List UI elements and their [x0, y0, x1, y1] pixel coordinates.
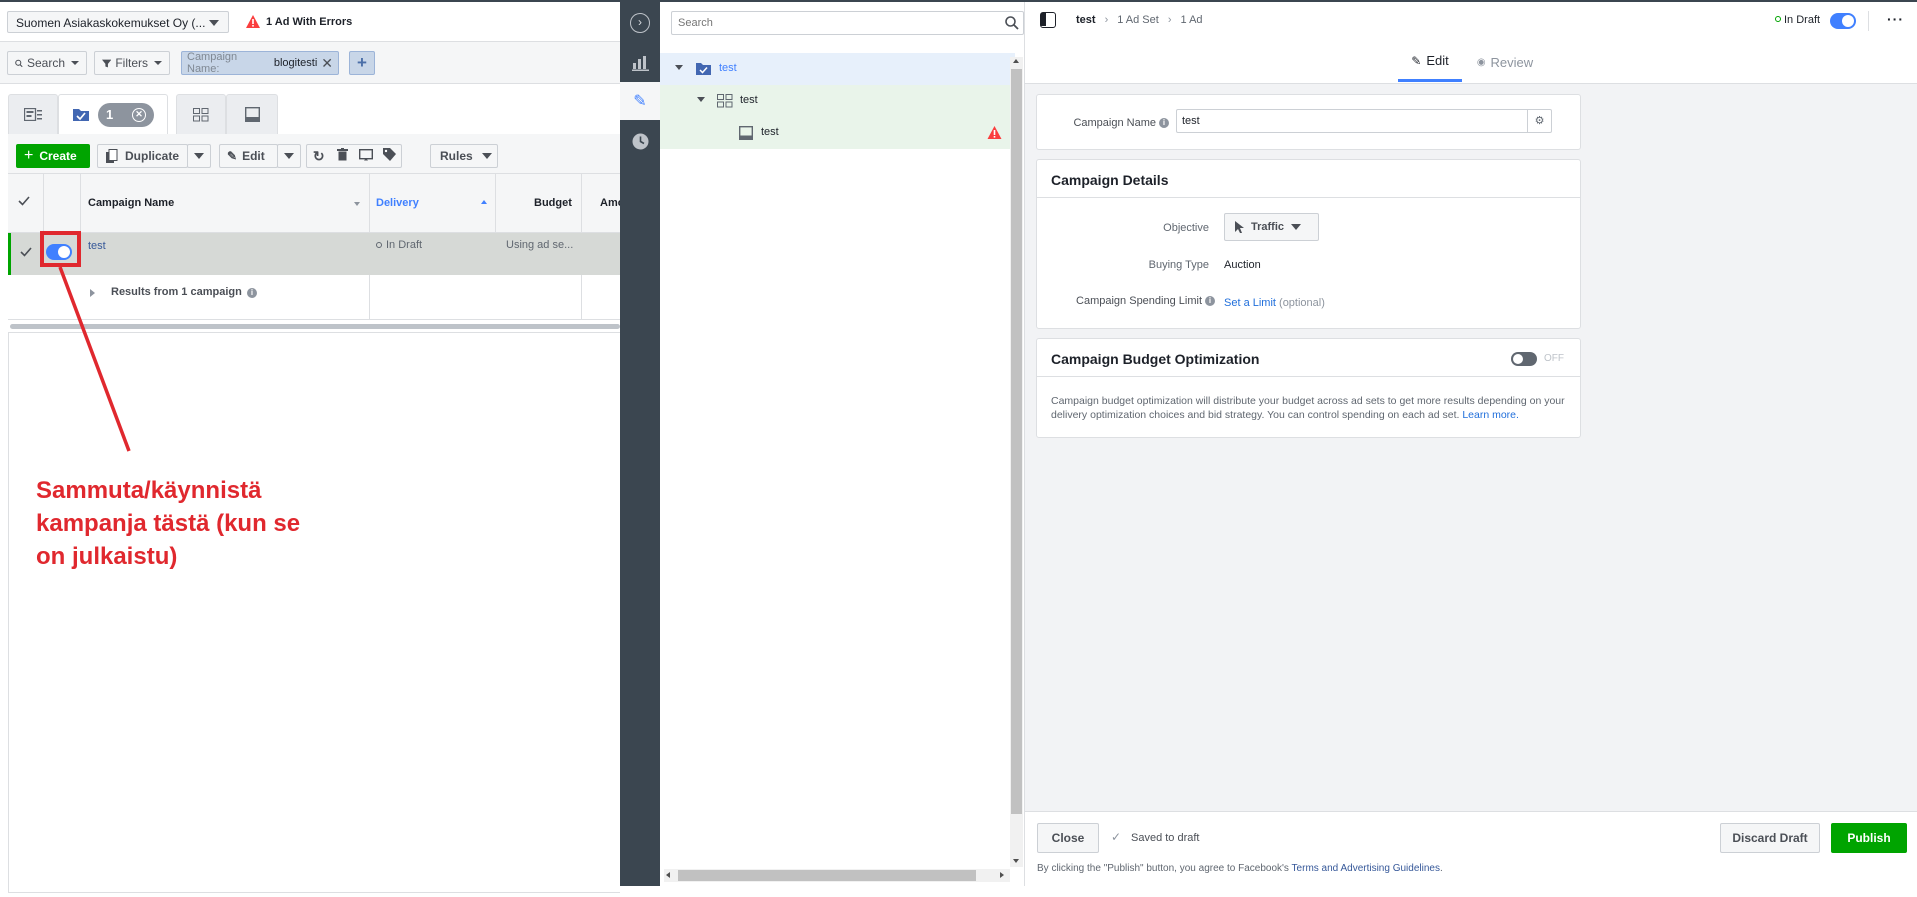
- tab-review[interactable]: ◉ Review: [1470, 42, 1540, 82]
- nav-history[interactable]: [620, 122, 660, 160]
- status-label: In Draft: [1784, 14, 1821, 26]
- info-icon: i: [1205, 296, 1215, 307]
- terms-link[interactable]: Terms and Advertising Guidelines: [1292, 863, 1440, 874]
- campaigns-pane: Suomen Asiakaskokemukset Oy (... 1 Ad Wi…: [0, 2, 620, 897]
- tab-edit[interactable]: ✎ Edit: [1398, 42, 1462, 82]
- details-title: Campaign Details: [1051, 172, 1169, 188]
- panel-toggle-icon[interactable]: [1040, 12, 1056, 28]
- cbo-state: OFF: [1544, 353, 1564, 364]
- cbo-description: Campaign budget optimization will distri…: [1051, 395, 1565, 421]
- structure-tree: test test test: [660, 2, 1025, 886]
- scroll-right-icon[interactable]: [1000, 872, 1004, 878]
- spending-limit-value: Set a Limit (optional): [1224, 297, 1325, 309]
- adset-grid-icon: [717, 94, 733, 108]
- saved-status: Saved to draft: [1131, 832, 1200, 844]
- editor-footer: Close ✓ Saved to draft Discard Draft Pub…: [1025, 811, 1917, 895]
- chevron-right-icon: ›: [1167, 14, 1172, 26]
- scrollbar-thumb[interactable]: [1011, 69, 1022, 814]
- status-toggle[interactable]: [1830, 13, 1856, 29]
- chevron-right-icon: ›: [1104, 14, 1109, 26]
- tree-item-ad[interactable]: test: [660, 117, 1015, 149]
- chevron-down-icon[interactable]: [675, 65, 683, 70]
- cursor-icon: [1235, 221, 1244, 233]
- editor-header: test › 1 Ad Set › 1 Ad In Draft ··· ✎ Ed…: [1025, 2, 1917, 84]
- campaign-details-card: Campaign Details Objective Traffic Buyin…: [1036, 159, 1581, 329]
- chevron-down-icon[interactable]: [697, 97, 705, 102]
- tree-adset-label: test: [740, 94, 758, 106]
- tree-ad-label: test: [761, 126, 779, 138]
- collapse-icon[interactable]: ›: [630, 13, 650, 33]
- nav-charts[interactable]: [620, 44, 660, 82]
- campaign-name-field[interactable]: test ⚙: [1176, 109, 1552, 133]
- annotation-text: Sammuta/käynnistä kampanja tästä (kun se…: [36, 477, 301, 570]
- tree-search-input[interactable]: [672, 12, 982, 34]
- campaign-name-card: Campaign Name i test ⚙: [1036, 94, 1581, 150]
- pencil-icon: ✎: [1411, 53, 1422, 68]
- spending-limit-label: Campaign Spending Limit i: [1057, 295, 1215, 307]
- discard-draft-button[interactable]: Discard Draft: [1720, 823, 1820, 853]
- status-dot-icon: [1775, 16, 1781, 22]
- info-icon: i: [1159, 118, 1169, 129]
- tree-horizontal-scrollbar[interactable]: [664, 869, 1010, 882]
- tab-review-label: Review: [1490, 54, 1534, 70]
- ad-icon: [739, 126, 753, 140]
- warning-icon: [987, 126, 1002, 139]
- cbo-card: Campaign Budget Optimization OFF Campaig…: [1036, 338, 1581, 438]
- cbo-title: Campaign Budget Optimization: [1051, 351, 1260, 367]
- side-nav: › ✎: [620, 2, 660, 886]
- tree-vertical-scrollbar[interactable]: [1010, 57, 1023, 867]
- buying-type-label: Buying Type: [1148, 259, 1209, 271]
- tree-item-campaign[interactable]: test: [660, 53, 1015, 85]
- tree-campaign-label: test: [719, 62, 737, 74]
- pencil-icon: ✎: [633, 93, 647, 110]
- gear-icon[interactable]: ⚙: [1527, 110, 1551, 132]
- bar-chart-icon: [631, 56, 649, 71]
- breadcrumb: test › 1 Ad Set › 1 Ad: [1076, 14, 1203, 26]
- chevron-down-icon: [1291, 224, 1302, 230]
- objective-label: Objective: [1163, 222, 1209, 234]
- breadcrumb-ad[interactable]: 1 Ad: [1181, 14, 1203, 26]
- campaign-name-label: Campaign Name i: [1057, 117, 1169, 129]
- check-icon: ✓: [1111, 830, 1122, 844]
- discard-label: Discard Draft: [1732, 831, 1808, 845]
- objective-dropdown[interactable]: Traffic: [1224, 213, 1319, 241]
- close-button[interactable]: Close: [1037, 823, 1099, 853]
- toggle-knob: [1842, 15, 1854, 27]
- campaign-folder-icon: [696, 63, 711, 75]
- breadcrumb-adset[interactable]: 1 Ad Set: [1117, 14, 1159, 26]
- tab-edit-label: Edit: [1426, 53, 1449, 68]
- publish-label: Publish: [1847, 831, 1891, 845]
- breadcrumb-campaign[interactable]: test: [1076, 14, 1096, 26]
- publish-button[interactable]: Publish: [1831, 823, 1907, 853]
- scrollbar-thumb[interactable]: [678, 870, 976, 881]
- scroll-up-icon[interactable]: [1013, 59, 1019, 63]
- set-limit-link[interactable]: Set a Limit: [1224, 297, 1276, 309]
- more-options-icon[interactable]: ···: [1887, 11, 1904, 27]
- publish-terms: By clicking the "Publish" button, you ag…: [1037, 863, 1443, 874]
- close-label: Close: [1051, 831, 1085, 845]
- annotation-arrow: [58, 266, 131, 452]
- tree-item-adset[interactable]: test: [660, 85, 1015, 117]
- tree-search[interactable]: [671, 11, 1024, 35]
- clock-icon: [632, 133, 648, 149]
- toggle-knob: [1513, 354, 1523, 364]
- scroll-down-icon[interactable]: [1013, 859, 1019, 863]
- search-icon: [1005, 16, 1019, 30]
- editor-pane: test › 1 Ad Set › 1 Ad In Draft ··· ✎ Ed…: [1025, 2, 1917, 895]
- cbo-toggle[interactable]: [1511, 352, 1537, 366]
- learn-more-link[interactable]: Learn more.: [1462, 409, 1519, 421]
- campaign-name-value: test: [1182, 115, 1200, 127]
- objective-value: Traffic: [1251, 221, 1285, 233]
- ads-manager: Suomen Asiakaskokemukset Oy (... 1 Ad Wi…: [0, 0, 1917, 897]
- nav-edit[interactable]: ✎: [620, 82, 660, 120]
- scroll-left-icon[interactable]: [666, 872, 670, 878]
- buying-type-value: Auction: [1224, 259, 1261, 271]
- eye-icon: ◉: [1476, 56, 1486, 68]
